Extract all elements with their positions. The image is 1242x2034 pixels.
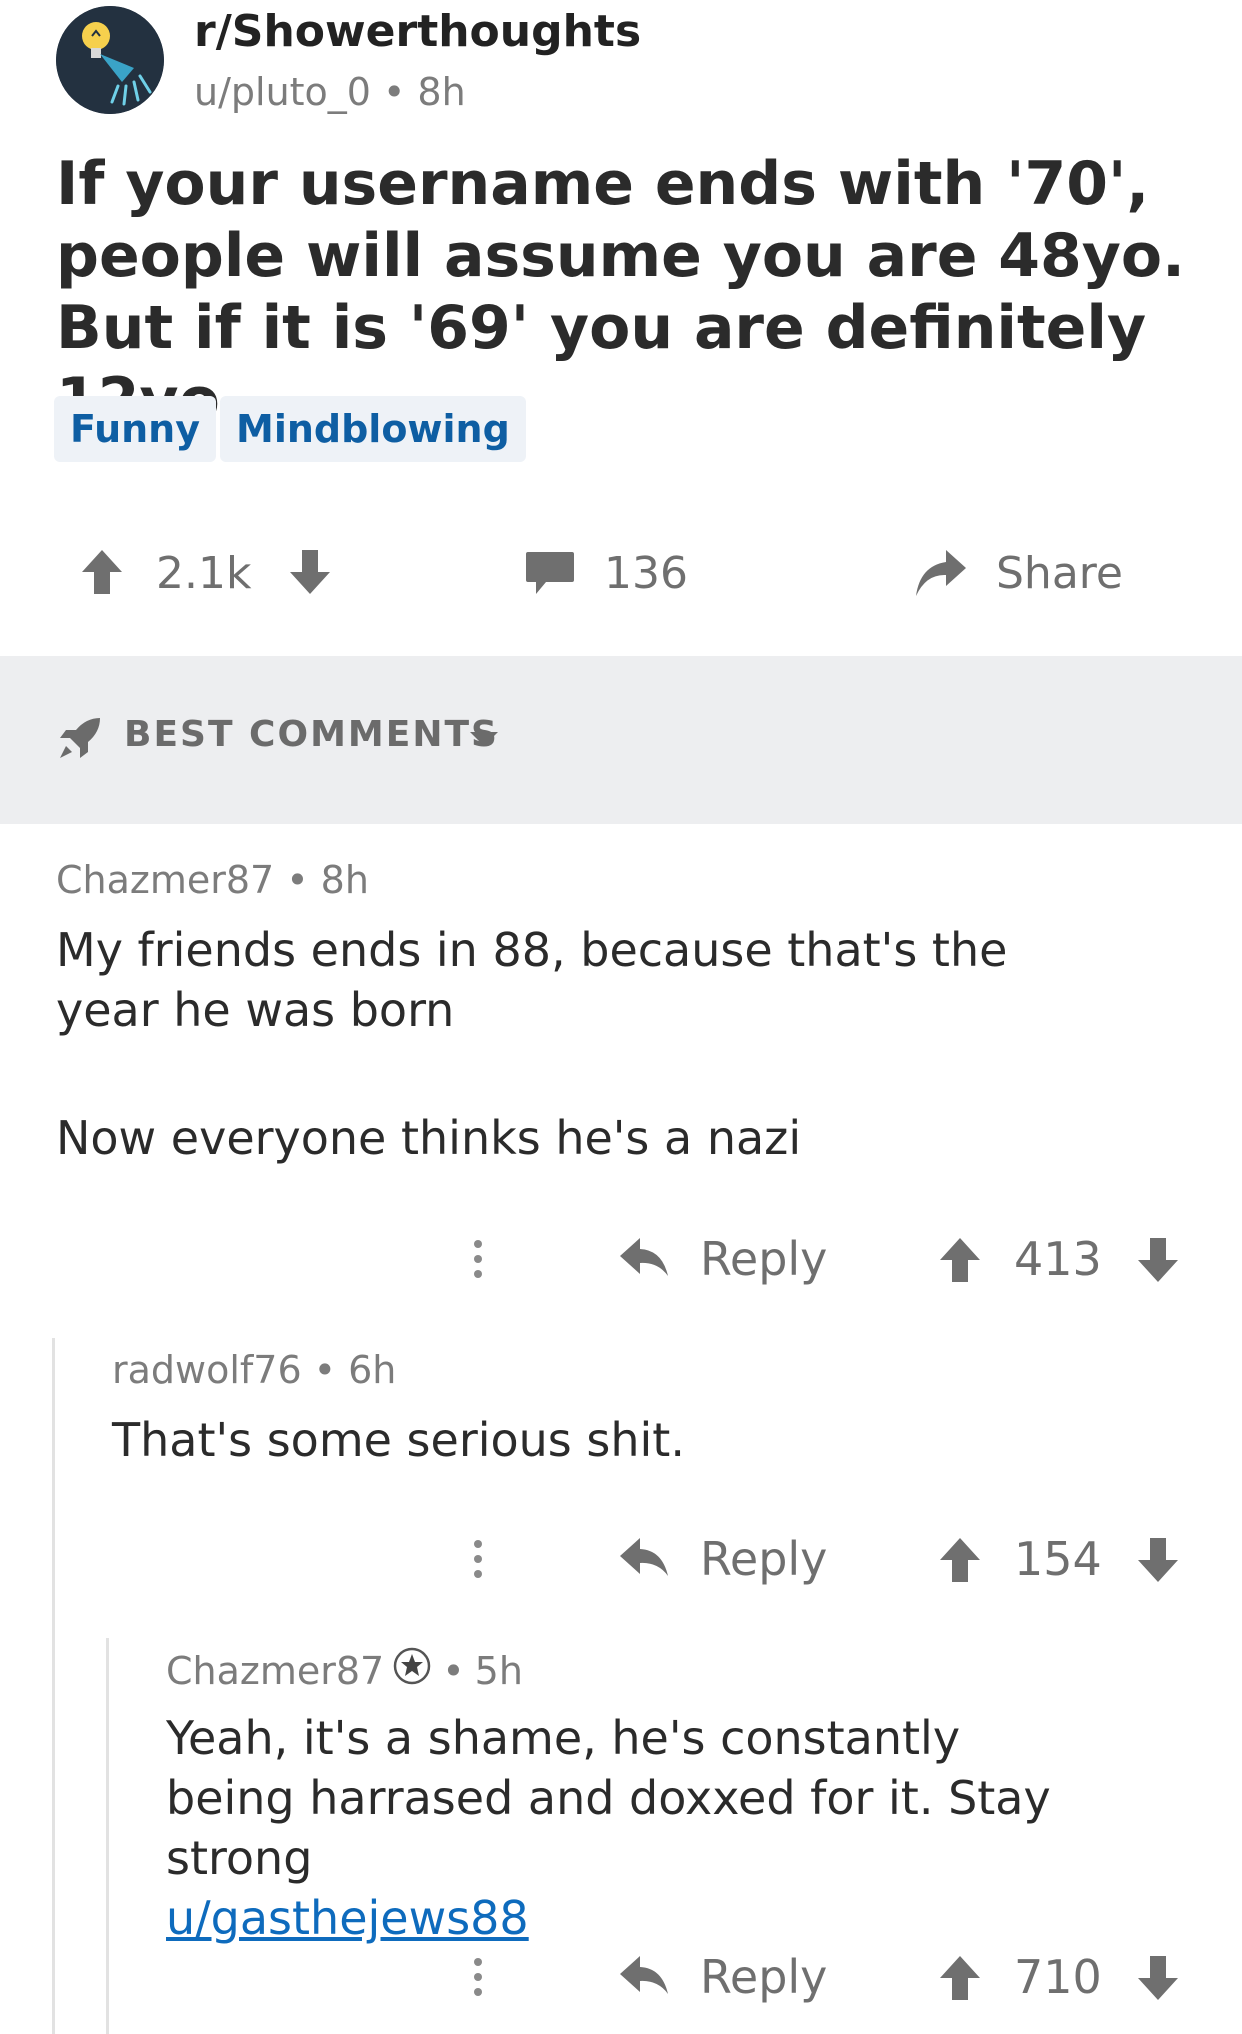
- upvote-button[interactable]: [938, 1536, 982, 1588]
- post-meta: u/pluto_0 • 8h: [194, 70, 466, 114]
- comment-age: 6h: [348, 1348, 397, 1392]
- share-label[interactable]: Share: [996, 548, 1123, 599]
- upvote-button[interactable]: [938, 1236, 982, 1288]
- separator-dot: •: [286, 858, 309, 902]
- flair-mindblowing[interactable]: Mindblowing: [220, 396, 526, 462]
- upvote-icon: [82, 550, 122, 594]
- downvote-icon: [1138, 1956, 1178, 2000]
- post-author[interactable]: u/pluto_0: [194, 70, 371, 114]
- share-button[interactable]: [912, 548, 968, 602]
- upvote-icon: [940, 1538, 980, 1582]
- comment-age: 5h: [474, 1648, 523, 1693]
- upvote-icon: [940, 1956, 980, 2000]
- reply-label[interactable]: Reply: [700, 1232, 827, 1286]
- comment-age: 8h: [320, 858, 369, 902]
- chevron-down-icon[interactable]: [470, 732, 498, 752]
- upvote-button[interactable]: [80, 548, 124, 600]
- comment-score: 710: [1014, 1950, 1102, 2004]
- comment-count: 136: [604, 548, 688, 599]
- reply-label[interactable]: Reply: [700, 1532, 827, 1586]
- comment-score: 413: [1014, 1232, 1102, 1286]
- rocket-icon: [56, 714, 104, 766]
- separator-dot: •: [313, 1348, 337, 1392]
- comments-button[interactable]: [524, 550, 576, 600]
- comment-header: Chazmer87 • 5h: [166, 1646, 523, 1695]
- reply-button[interactable]: [618, 1236, 670, 1284]
- more-icon[interactable]: [470, 1240, 486, 1278]
- reply-icon: [620, 1538, 668, 1576]
- downvote-button[interactable]: [288, 548, 332, 600]
- separator-dot: •: [382, 70, 406, 114]
- comment-header: radwolf76 • 6h: [112, 1348, 396, 1392]
- comment-body: My friends ends in 88, because that's th…: [56, 923, 1008, 1037]
- comment-body: Now everyone thinks he's a nazi: [56, 1111, 802, 1165]
- user-mention-link[interactable]: u/gasthejews88: [166, 1891, 529, 1945]
- sort-label[interactable]: BEST COMMENTS: [124, 714, 499, 755]
- reply-button[interactable]: [618, 1954, 670, 2002]
- comment-score: 154: [1014, 1532, 1102, 1586]
- reply-icon: [620, 1956, 668, 1994]
- reply-icon: [620, 1238, 668, 1276]
- downvote-button[interactable]: [1136, 1536, 1180, 1588]
- more-icon[interactable]: [470, 1958, 486, 1996]
- comment-author[interactable]: Chazmer87: [56, 858, 274, 902]
- downvote-icon: [1138, 1238, 1178, 1282]
- reply-button[interactable]: [618, 1536, 670, 1584]
- post-age: 8h: [417, 70, 466, 114]
- comment-icon: [526, 552, 574, 594]
- separator-dot: •: [442, 1648, 465, 1693]
- flair-badge-icon: [392, 1646, 432, 1695]
- comment-author[interactable]: Chazmer87: [166, 1649, 384, 1693]
- post-score: 2.1k: [156, 548, 252, 599]
- flair-funny[interactable]: Funny: [54, 396, 216, 462]
- downvote-icon: [1138, 1538, 1178, 1582]
- upvote-button[interactable]: [938, 1954, 982, 2006]
- upvote-icon: [940, 1238, 980, 1282]
- comment-body: Yeah, it's a shame, he's constantly bein…: [166, 1708, 1086, 1948]
- subreddit-name[interactable]: r/Showerthoughts: [194, 6, 641, 57]
- comment-body: That's some serious shit.: [112, 1413, 685, 1467]
- downvote-button[interactable]: [1136, 1236, 1180, 1288]
- thread-line[interactable]: [52, 1338, 55, 2034]
- comment-text: Yeah, it's a shame, he's constantly bein…: [166, 1711, 1051, 1885]
- comment-header: Chazmer87 • 8h: [56, 858, 369, 902]
- showerhead-lightbulb-icon: [56, 6, 164, 114]
- downvote-button[interactable]: [1136, 1954, 1180, 2006]
- reply-label[interactable]: Reply: [700, 1950, 827, 2004]
- post-title[interactable]: If your username ends with '70', people …: [56, 148, 1216, 436]
- comment-author[interactable]: radwolf76: [112, 1348, 302, 1392]
- subreddit-avatar[interactable]: [56, 6, 164, 114]
- downvote-icon: [290, 550, 330, 594]
- more-icon[interactable]: [470, 1540, 486, 1578]
- share-arrow-icon: [916, 550, 966, 596]
- thread-line[interactable]: [106, 1638, 109, 2034]
